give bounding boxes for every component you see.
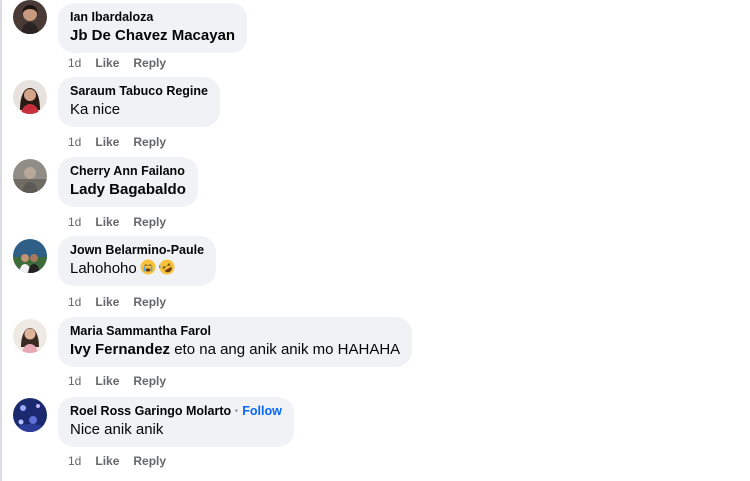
tagged-user[interactable]: Lady Bagabaldo: [70, 181, 186, 198]
comment-text: Ka nice: [70, 101, 121, 118]
comment-text: Nice anik anik: [70, 421, 164, 438]
comment-actions: 1d Like Reply: [68, 135, 180, 149]
avatar[interactable]: [13, 80, 47, 114]
reply-button[interactable]: Reply: [133, 135, 166, 149]
reply-button[interactable]: Reply: [133, 374, 166, 388]
comment-bubble: Maria Sammantha Farol Ivy Fernandez eto …: [58, 317, 413, 367]
follow-button[interactable]: Follow: [242, 404, 282, 418]
comment-text: Ivy Fernandez eto na ang anik anik mo HA…: [70, 340, 400, 360]
comment-actions: 1d Like Reply: [68, 374, 180, 388]
comment-author[interactable]: Jown Belarmino-Paule: [70, 242, 204, 258]
comment-text: Lahohoho: [70, 259, 204, 279]
avatar[interactable]: [13, 159, 47, 193]
avatar[interactable]: [13, 0, 47, 34]
comment-bubble: Jown Belarmino-Paule Lahohoho: [58, 236, 217, 286]
comment-actions: 1d Like Reply: [68, 215, 180, 229]
crying-face-emoji: [140, 259, 156, 275]
comment-timestamp[interactable]: 1d: [68, 56, 81, 70]
like-button[interactable]: Like: [95, 454, 119, 468]
reply-button[interactable]: Reply: [133, 454, 166, 468]
like-button[interactable]: Like: [95, 374, 119, 388]
reply-button[interactable]: Reply: [133, 215, 166, 229]
comment-author[interactable]: Ian Ibardaloza: [70, 9, 235, 25]
avatar[interactable]: [13, 239, 47, 273]
like-button[interactable]: Like: [95, 295, 119, 309]
tagged-user[interactable]: Jb De Chavez Macayan: [70, 27, 235, 44]
comment-author[interactable]: Maria Sammantha Farol: [70, 323, 400, 339]
comment-bubble: Roel Ross Garingo Molarto · Follow Nice …: [58, 397, 294, 447]
comment-actions: 1d Like Reply: [68, 295, 180, 309]
reply-button[interactable]: Reply: [133, 295, 166, 309]
comment-author-line: Roel Ross Garingo Molarto · Follow: [70, 403, 282, 419]
comment-timestamp[interactable]: 1d: [68, 454, 81, 468]
comment-author[interactable]: Roel Ross Garingo Molarto: [70, 404, 231, 418]
comment-text: Lady Bagabaldo: [70, 180, 186, 200]
comment-timestamp[interactable]: 1d: [68, 374, 81, 388]
comment-bubble: Cherry Ann Failano Lady Bagabaldo: [58, 157, 198, 207]
rolling-laughing-emoji: [158, 259, 175, 275]
comment-author[interactable]: Cherry Ann Failano: [70, 163, 186, 179]
tagged-user[interactable]: Ivy Fernandez: [70, 341, 170, 358]
comment-timestamp[interactable]: 1d: [68, 135, 81, 149]
thread-divider: [0, 0, 2, 481]
comment-bubble: Ian Ibardaloza Jb De Chavez Macayan: [58, 3, 248, 53]
comment-actions: 1d Like Reply: [68, 56, 180, 70]
avatar[interactable]: [13, 398, 47, 432]
reply-button[interactable]: Reply: [133, 56, 166, 70]
like-button[interactable]: Like: [95, 135, 119, 149]
comment-author[interactable]: Saraum Tabuco Regine: [70, 83, 208, 99]
avatar[interactable]: [13, 319, 47, 353]
comment-actions: 1d Like Reply: [68, 454, 180, 468]
comment-timestamp[interactable]: 1d: [68, 215, 81, 229]
like-button[interactable]: Like: [95, 56, 119, 70]
comment-text-content: Lahohoho: [70, 260, 137, 277]
comment-text-content: eto na ang anik anik mo HAHAHA: [170, 341, 401, 358]
like-button[interactable]: Like: [95, 215, 119, 229]
separator-dot: ·: [231, 404, 243, 418]
comment-bubble: Saraum Tabuco Regine Ka nice: [58, 77, 220, 127]
comment-timestamp[interactable]: 1d: [68, 295, 81, 309]
comment-text: Jb De Chavez Macayan: [70, 26, 235, 46]
